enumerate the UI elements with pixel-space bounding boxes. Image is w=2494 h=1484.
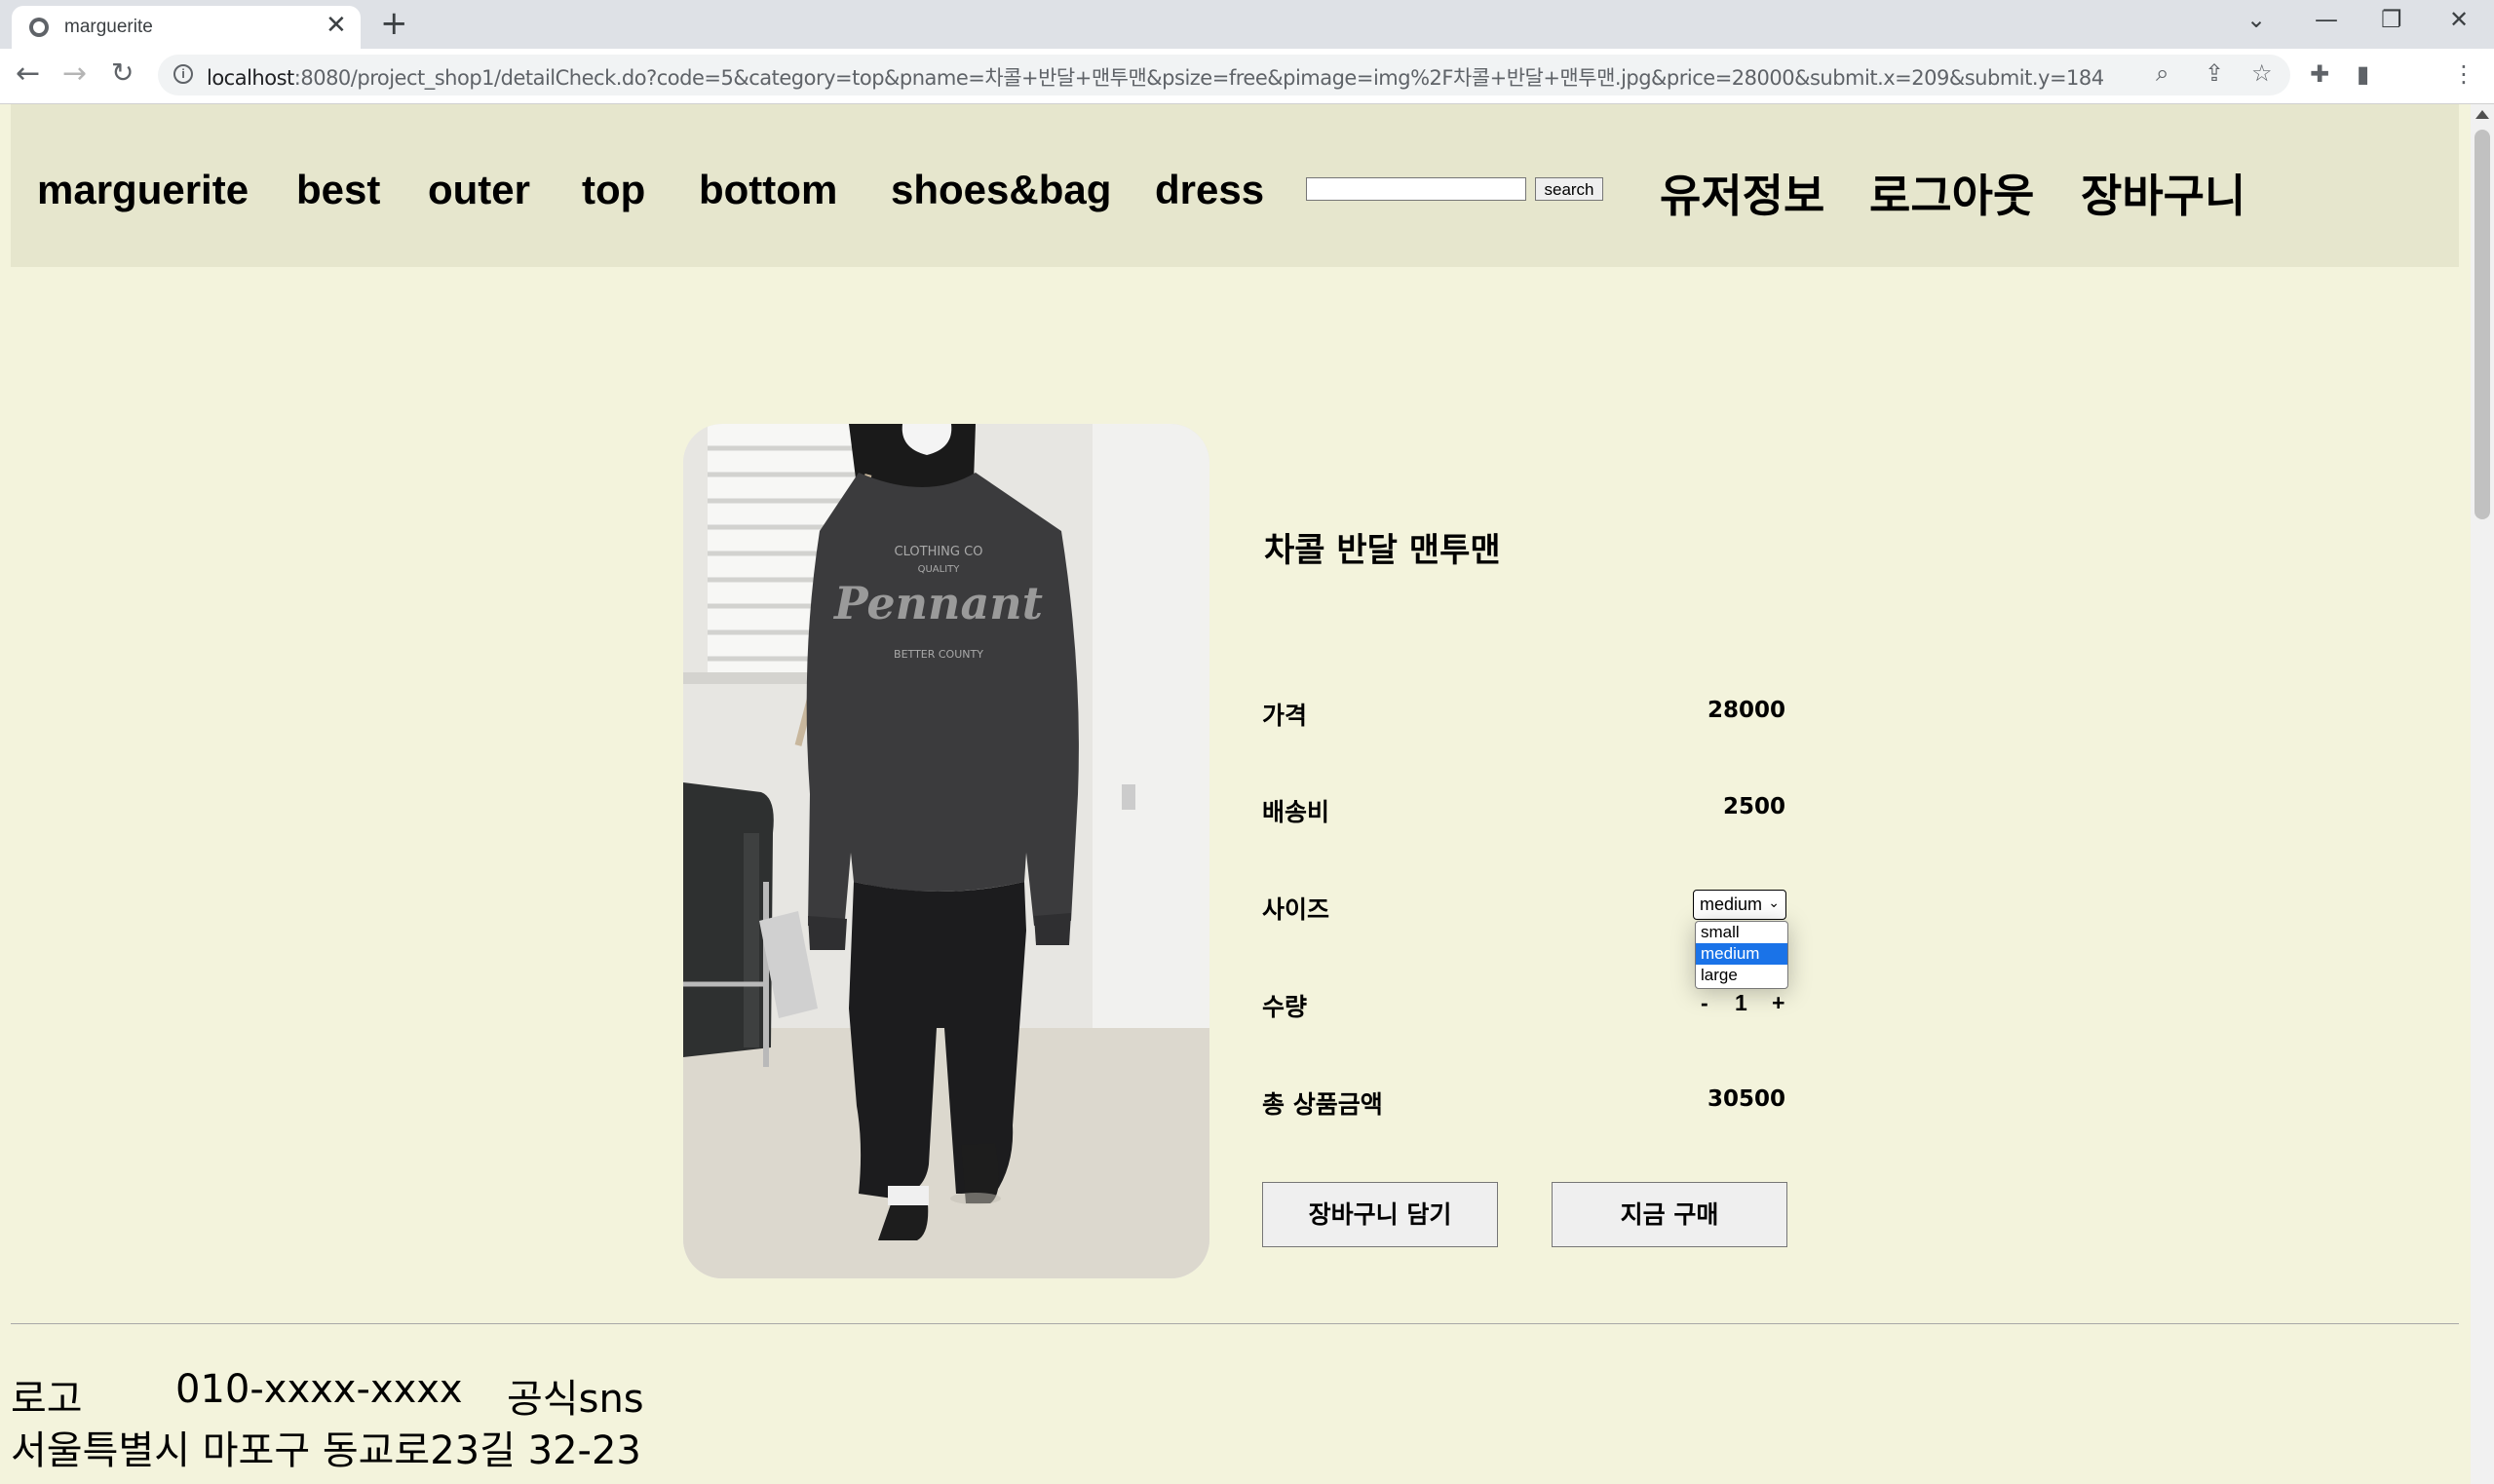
page-scrollbar[interactable]	[2471, 104, 2494, 1484]
cart-link[interactable]: 장바구니	[2081, 161, 2245, 225]
shirt-print-line3: BETTER COUNTY	[894, 648, 983, 661]
quantity-decrease-button[interactable]: -	[1701, 990, 1708, 1016]
size-select[interactable]: medium ⌄	[1693, 890, 1786, 920]
footer-divider	[11, 1323, 2459, 1324]
size-option-small[interactable]: small	[1696, 922, 1787, 943]
quantity-label: 수량	[1262, 993, 1308, 1021]
size-option-large[interactable]: large	[1696, 965, 1787, 986]
quantity-increase-button[interactable]: +	[1772, 990, 1784, 1016]
side-panel-icon[interactable]: ▮	[2357, 60, 2369, 88]
total-value: 30500	[1707, 1086, 1785, 1112]
footer-sns[interactable]: 공식sns	[507, 1367, 644, 1424]
menu-dress[interactable]: dress	[1155, 167, 1264, 213]
total-label: 총 상품금액	[1262, 1090, 1383, 1119]
scrollbar-thumb[interactable]	[2475, 130, 2490, 519]
size-select-value: medium	[1700, 894, 1763, 914]
shirt-print-line1: CLOTHING CO	[895, 545, 983, 559]
menu-shoes-bag[interactable]: shoes&bag	[891, 167, 1111, 213]
zoom-icon[interactable]: ⌕	[2156, 59, 2168, 87]
more-menu-icon[interactable]: ⋮	[2452, 60, 2475, 88]
price-value: 28000	[1707, 698, 1785, 723]
size-option-medium[interactable]: medium	[1696, 943, 1787, 965]
search-input[interactable]	[1306, 177, 1526, 201]
site-header: marguerite best outer top bottom shoes&b…	[11, 104, 2459, 267]
tab-title: marguerite	[64, 17, 153, 37]
shirt-print-script: Pennant	[832, 577, 1043, 629]
extensions-icon[interactable]: ✚	[2310, 60, 2329, 88]
menu-outer[interactable]: outer	[428, 167, 530, 213]
product-photo: CLOTHING CO QUALITY Pennant BETTER COUNT…	[683, 424, 1209, 1278]
tab-search-icon[interactable]: ⌄	[2246, 6, 2266, 33]
browser-toolbar: ← → ↻ i localhost:8080/project_shop1/det…	[0, 49, 2494, 104]
search-button[interactable]: search	[1535, 177, 1603, 201]
close-icon[interactable]: ✕	[326, 11, 347, 40]
window-close-icon[interactable]: ✕	[2449, 6, 2469, 33]
shipping-value: 2500	[1722, 794, 1785, 819]
chevron-down-icon: ⌄	[1768, 894, 1780, 910]
share-icon[interactable]: ⇪	[2205, 59, 2224, 87]
size-dropdown-list: small medium large	[1695, 921, 1788, 989]
logout-link[interactable]: 로그아웃	[1869, 161, 2034, 225]
price-label: 가격	[1262, 702, 1308, 730]
minimize-icon[interactable]: —	[2315, 6, 2338, 33]
product-image: CLOTHING CO QUALITY Pennant BETTER COUNT…	[683, 424, 1209, 1278]
shipping-label: 배송비	[1262, 798, 1330, 826]
scroll-up-arrow-icon[interactable]	[2475, 110, 2489, 119]
address-bar[interactable]: i localhost:8080/project_shop1/detailChe…	[158, 55, 2290, 95]
product-name: 차콜 반달 맨투맨	[1264, 531, 1501, 570]
menu-bottom[interactable]: bottom	[699, 167, 837, 213]
size-label: 사이즈	[1262, 895, 1330, 924]
user-info-link[interactable]: 유저정보	[1660, 161, 1824, 225]
quantity-value[interactable]: 1	[1735, 990, 1747, 1016]
browser-tab[interactable]: marguerite ✕	[12, 6, 361, 49]
bookmark-star-icon[interactable]: ☆	[2251, 59, 2273, 87]
back-icon[interactable]: ←	[16, 57, 40, 91]
info-icon[interactable]: i	[173, 64, 193, 84]
footer-logo: 로고	[11, 1377, 83, 1422]
browser-tab-bar: marguerite ✕ + ⌄ — ❐ ✕	[0, 0, 2494, 49]
url-text[interactable]: localhost:8080/project_shop1/detailCheck…	[207, 62, 2104, 92]
footer-phone: 010-xxxx-xxxx	[175, 1367, 463, 1412]
brand-logo-link[interactable]: marguerite	[37, 167, 249, 213]
footer-address: 서울특별시 마포구 동교로23길 32-23	[11, 1428, 641, 1473]
buy-now-button[interactable]: 지금 구매	[1552, 1182, 1787, 1247]
add-to-cart-button[interactable]: 장바구니 담기	[1262, 1182, 1498, 1247]
menu-best[interactable]: best	[296, 167, 380, 213]
shirt-print-line2: QUALITY	[918, 564, 961, 575]
menu-top[interactable]: top	[582, 167, 645, 213]
forward-icon[interactable]: →	[62, 57, 87, 91]
globe-icon	[29, 18, 49, 37]
reload-icon[interactable]: ↻	[111, 57, 134, 89]
restore-icon[interactable]: ❐	[2381, 6, 2402, 33]
new-tab-icon[interactable]: +	[380, 4, 408, 43]
